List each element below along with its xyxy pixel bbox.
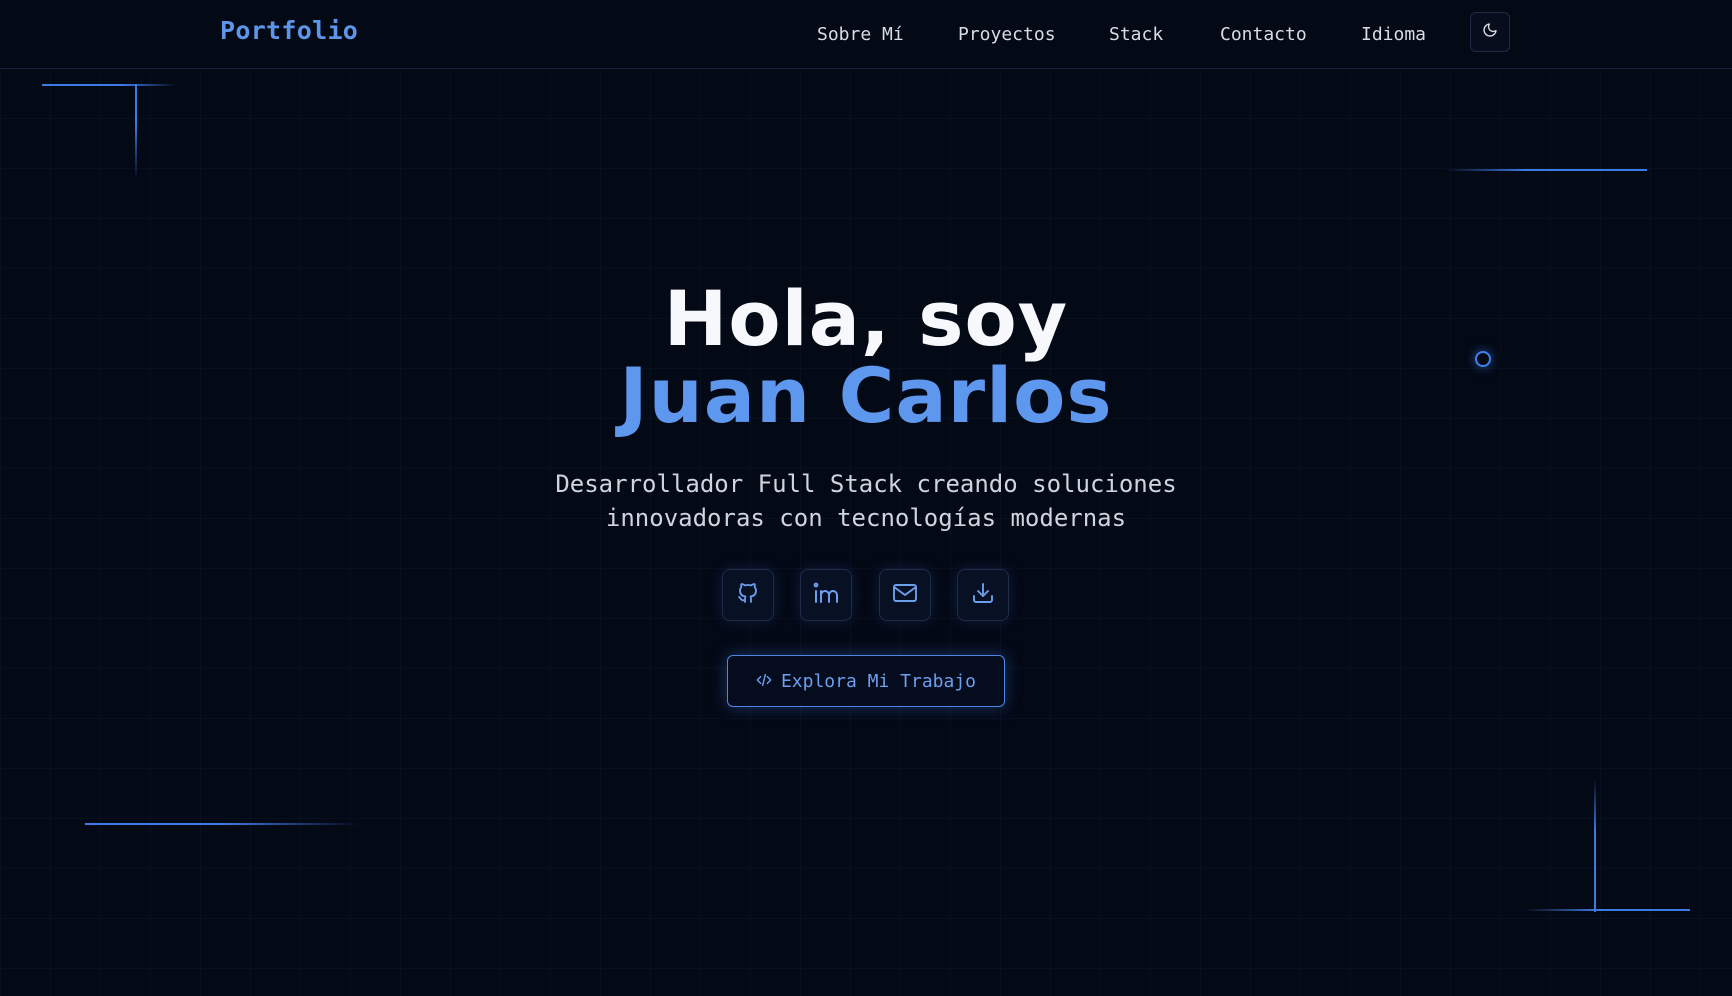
nav-link-contacto[interactable]: Contacto [1220,24,1307,45]
decorative-line-bottom-right-horizontal [1524,909,1690,911]
decorative-line-top-left-horizontal [42,84,177,86]
brand-logo[interactable]: Portfolio [220,16,358,45]
hero-subtitle-line1: Desarrollador Full Stack creando solucio… [555,470,1177,498]
hero-subtitle-line2: innovadoras con tecnologías modernas [605,504,1127,532]
moon-icon [1482,22,1498,42]
download-cv-button[interactable] [957,569,1009,621]
theme-toggle-button[interactable] [1470,12,1510,52]
nav-link-sobre-mi[interactable]: Sobre Mí [817,24,904,45]
code-icon [756,671,772,692]
nav-link-proyectos[interactable]: Proyectos [958,24,1056,45]
navbar: Portfolio Sobre Mí Proyectos Stack Conta… [0,0,1732,69]
github-button[interactable] [722,569,774,621]
hero-name: Juan Carlos [619,351,1113,440]
explore-work-button[interactable]: Explora Mi Trabajo [727,655,1005,707]
decorative-line-bottom-right-vertical [1594,778,1596,912]
email-button[interactable] [879,569,931,621]
explore-work-label: Explora Mi Trabajo [780,670,977,692]
github-icon [736,581,760,609]
linkedin-icon [813,581,839,609]
nav-link-stack[interactable]: Stack [1109,24,1163,45]
mail-icon [892,582,918,608]
download-icon [971,581,995,609]
decorative-line-bottom-left [85,823,360,825]
linkedin-button[interactable] [800,569,852,621]
nav-link-idioma[interactable]: Idioma [1361,24,1426,45]
hero-greeting: Hola, soy [663,274,1069,363]
decorative-line-top-left-vertical [135,84,137,180]
decorative-line-top-right [1445,169,1647,171]
